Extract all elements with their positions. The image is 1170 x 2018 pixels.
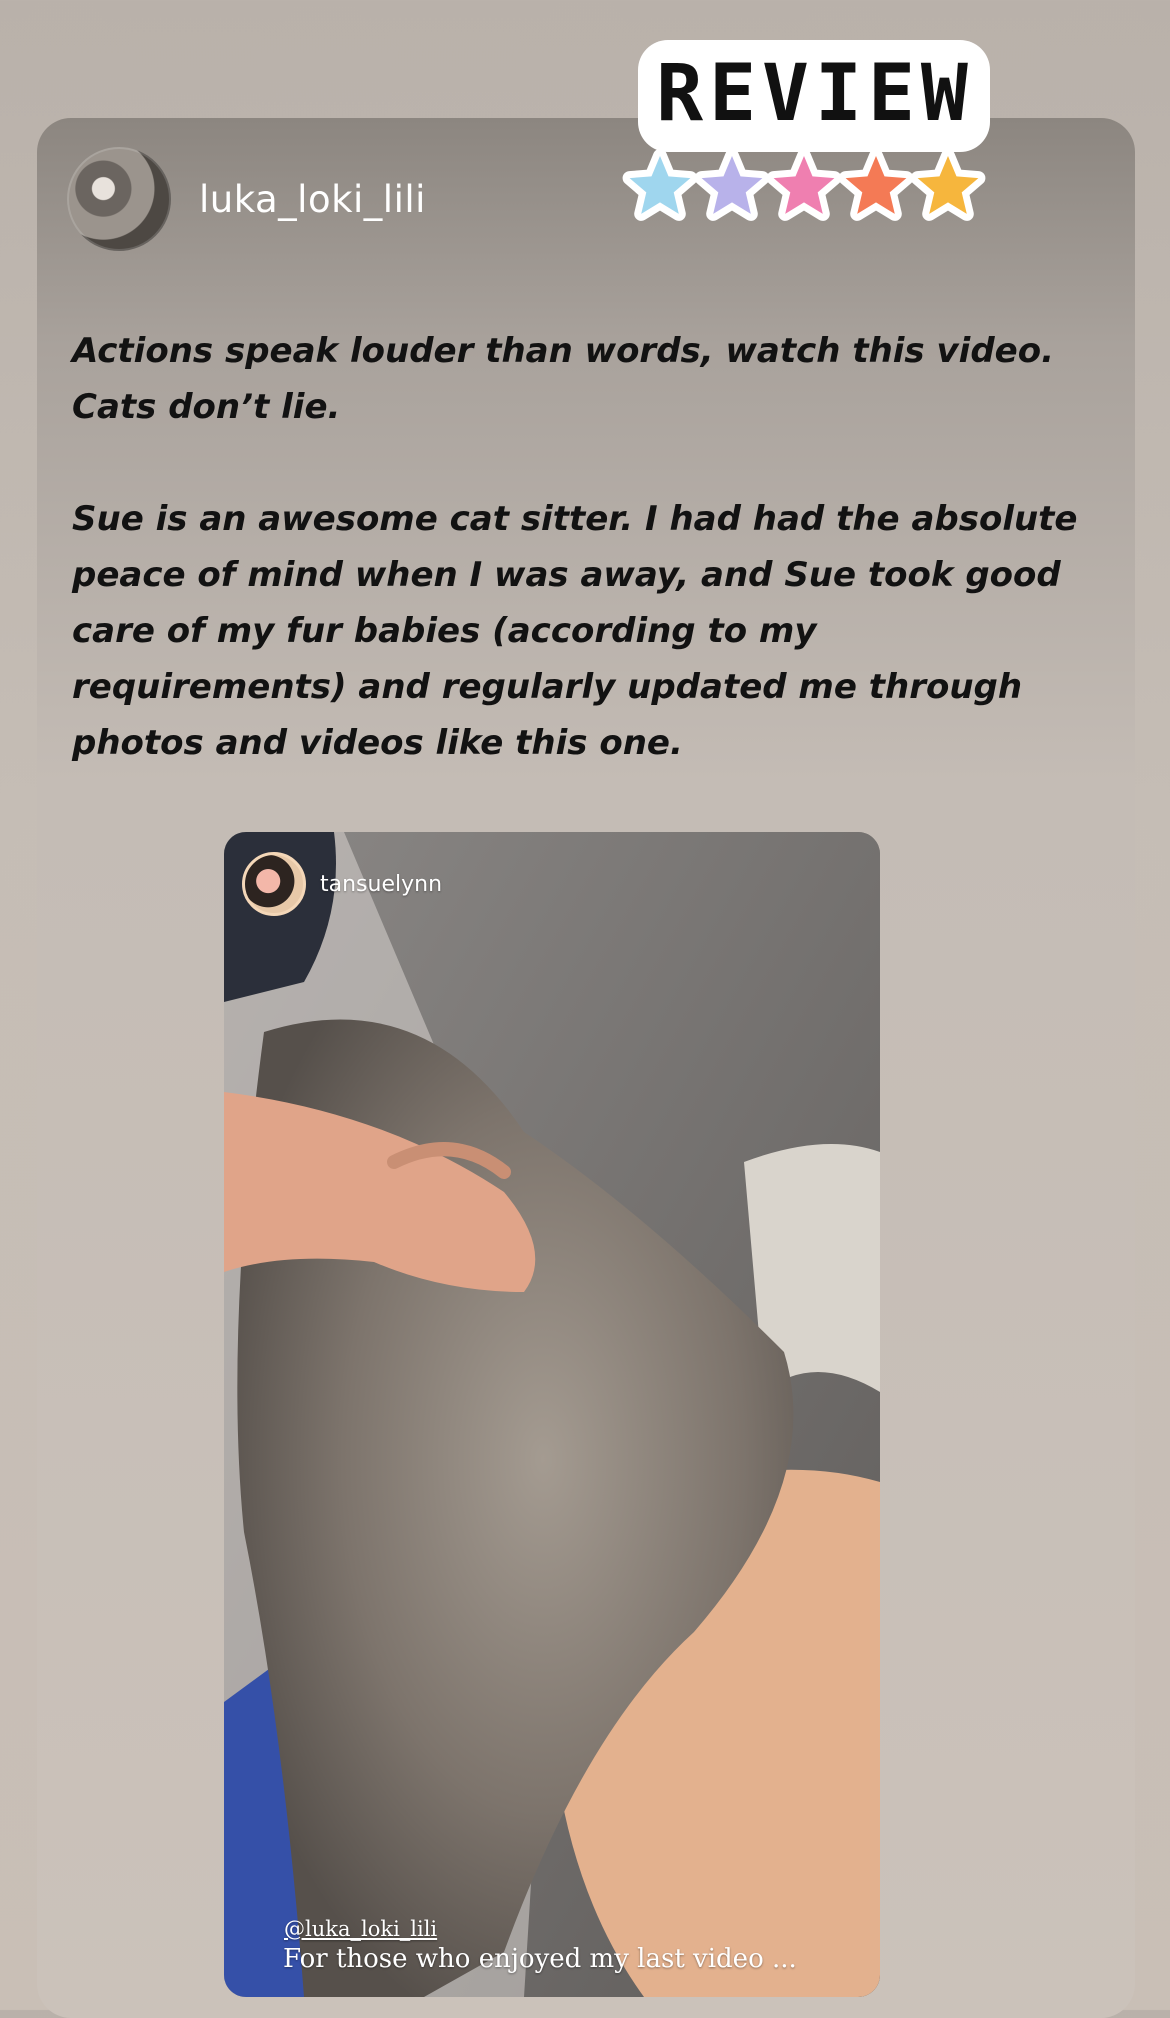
video-mention[interactable]: @luka_loki_lili (284, 1917, 437, 1941)
video-caption: For those who enjoyed my last video ... (283, 1944, 797, 1974)
post-header: luka_loki_lili (67, 147, 426, 251)
sticker-title: REVIEW (656, 49, 974, 139)
post-username[interactable]: luka_loki_lili (199, 178, 426, 221)
star-rating (622, 149, 986, 221)
embedded-video[interactable]: tansuelynn @luka_loki_lili For those who… (224, 832, 880, 1997)
review-paragraph-2: Sue is an awesome cat sitter. I had had … (72, 499, 1078, 763)
video-user-avatar[interactable] (242, 852, 306, 916)
review-paragraph-1: Actions speak louder than words, watch t… (72, 331, 1054, 427)
avatar[interactable] (67, 147, 171, 251)
video-frame-image (224, 832, 880, 1997)
review-sticker: REVIEW (606, 18, 1026, 228)
video-user[interactable]: tansuelynn (242, 852, 442, 916)
review-text: Actions speak louder than words, watch t… (72, 323, 1082, 771)
video-username[interactable]: tansuelynn (320, 872, 442, 897)
